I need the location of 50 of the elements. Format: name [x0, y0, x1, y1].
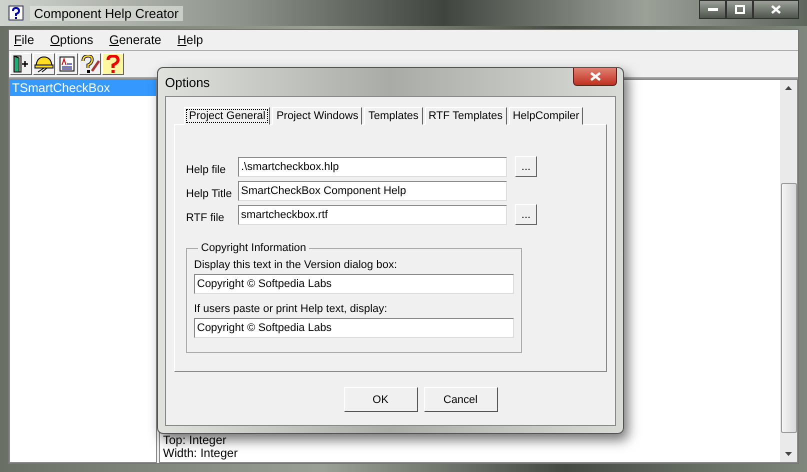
browse-button[interactable]: ...: [515, 156, 537, 177]
toolbar-button[interactable]: [33, 53, 55, 75]
input-field[interactable]: SmartCheckBox Component Help: [238, 181, 507, 201]
scrollbar[interactable]: [780, 80, 797, 462]
toolbar-button[interactable]: [56, 53, 78, 75]
tab[interactable]: HelpCompiler: [508, 107, 584, 125]
detail-text: Width: Integer: [163, 447, 239, 460]
tab[interactable]: Project Windows: [272, 107, 362, 125]
field-label: Display this text in the Version dialog box:: [194, 259, 398, 271]
scroll-down-icon: [785, 452, 792, 456]
toolbar-button[interactable]: [10, 53, 32, 75]
help-icon: [106, 55, 120, 73]
browse-button[interactable]: ...: [515, 204, 537, 225]
minimize-icon: [708, 8, 718, 12]
menu-item[interactable]: Options: [50, 33, 94, 47]
maximize-button[interactable]: [726, 0, 753, 19]
scroll-thumb[interactable]: [780, 183, 796, 433]
close-button[interactable]: [753, 0, 799, 19]
close-button[interactable]: [573, 68, 617, 86]
input-field[interactable]: smartcheckbox.rtf: [238, 205, 507, 225]
field-label: RTF file: [186, 212, 226, 225]
detail-text: Top: Integer: [163, 434, 228, 447]
field-label: If users paste or print Help text, display:: [194, 303, 388, 315]
help-document-icon: [8, 5, 24, 21]
minimize-button[interactable]: [699, 0, 726, 19]
document-icon: [59, 56, 75, 72]
close-icon: [771, 5, 781, 14]
scroll-up-icon: [785, 86, 792, 90]
dialog-title: Options: [165, 74, 210, 90]
hardhat-icon: [34, 55, 54, 73]
field-label: Help file: [186, 164, 227, 177]
maximize-icon: [734, 5, 744, 14]
dialog-button[interactable]: OK: [344, 387, 418, 412]
tab[interactable]: Project General: [184, 107, 270, 125]
door-arrow-icon: [13, 55, 29, 73]
field-label: Help Title: [186, 188, 233, 201]
question-pen-icon: [80, 55, 100, 73]
input-field[interactable]: Copyright © Softpedia Labs: [194, 318, 514, 338]
menu-item[interactable]: Generate: [109, 33, 162, 47]
menu-item[interactable]: Help: [177, 33, 204, 47]
dialog-button[interactable]: Cancel: [424, 387, 498, 412]
toolbar-button[interactable]: [79, 53, 101, 75]
menu-item[interactable]: File: [14, 33, 34, 47]
close-icon: [590, 72, 600, 81]
input-field[interactable]: Copyright © Softpedia Labs: [194, 274, 514, 294]
group-title: Copyright Information: [200, 242, 308, 254]
window-title: Component Help Creator: [30, 6, 183, 20]
input-field[interactable]: .\smartcheckbox.hlp: [238, 157, 507, 177]
tab[interactable]: RTF Templates: [424, 107, 507, 125]
tab[interactable]: Templates: [364, 107, 422, 125]
